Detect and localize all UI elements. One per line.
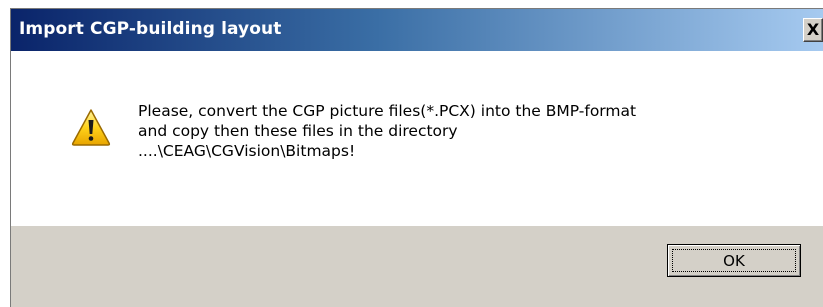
message-text: Please, convert the CGP picture files(*.… xyxy=(138,101,636,161)
close-button[interactable]: X xyxy=(803,18,823,42)
ok-button[interactable]: OK xyxy=(667,244,801,277)
message-line: Please, convert the CGP picture files(*.… xyxy=(138,102,637,120)
import-dialog: Import CGP-building layout X Please, con… xyxy=(10,8,823,307)
message-area: Please, convert the CGP picture files(*.… xyxy=(11,51,823,226)
message-line: and copy then these files in the directo… xyxy=(138,122,458,140)
title-bar[interactable]: Import CGP-building layout X xyxy=(11,9,823,51)
ok-button-label: OK xyxy=(723,251,745,270)
close-icon: X xyxy=(806,20,820,39)
button-area: OK xyxy=(11,226,823,307)
message-line: ....\CEAG\CGVision\Bitmaps! xyxy=(138,142,356,160)
warning-icon xyxy=(71,109,111,146)
window-title: Import CGP-building layout xyxy=(19,19,282,39)
